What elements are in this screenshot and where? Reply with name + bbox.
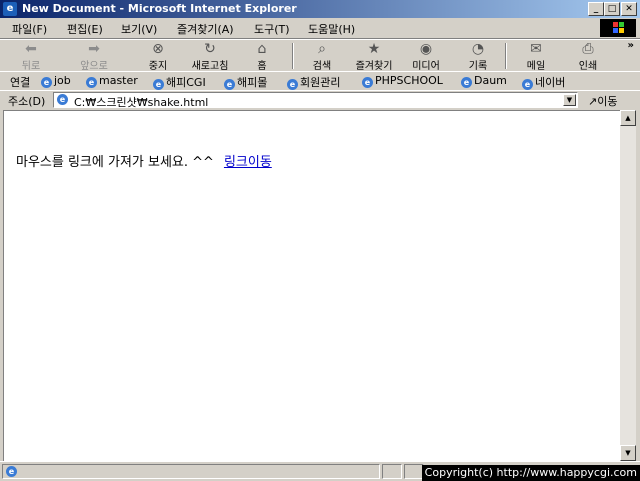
scroll-up-button[interactable]: ▲ <box>620 110 636 126</box>
close-button[interactable]: ✕ <box>621 2 637 16</box>
history-icon: ◔ <box>471 41 485 57</box>
status-bar: e Copyright(c) http://www.happycgi.com <box>0 461 640 481</box>
toolbar-chevron-icon[interactable]: » <box>628 40 634 51</box>
printer-icon: ⎙ <box>582 41 594 57</box>
link-member-admin[interactable]: e 회원관리 <box>287 74 340 90</box>
address-bar: 주소(D) e C:₩스크린샷₩shake.html ▼ ↗이동 <box>0 90 640 109</box>
status-text-panel: e <box>2 464 380 479</box>
favorites-button[interactable]: ★ 즐겨찾기 <box>348 41 400 72</box>
link-phpschool[interactable]: e PHPSCHOOL <box>362 74 443 88</box>
page-message: 마우스를 링크에 가져가 보세요. ^^ <box>16 155 214 170</box>
address-label: 주소(D) <box>8 95 46 108</box>
links-label: 연결 <box>10 76 31 89</box>
go-button[interactable]: ↗이동 <box>588 93 617 109</box>
window-title: New Document - Microsoft Internet Explor… <box>22 2 297 15</box>
toolbar-separator <box>505 43 507 69</box>
stop-button[interactable]: ⊗ 중지 <box>132 41 184 72</box>
ie-page-icon: e <box>224 79 235 90</box>
menu-view[interactable]: 보기(V) <box>121 21 157 37</box>
menu-bar: 파일(F) 편집(E) 보기(V) 즐겨찾기(A) 도구(T) 도움말(H) <box>0 18 640 39</box>
forward-arrow-icon: ➡ <box>88 41 100 57</box>
history-button[interactable]: ◔ 기록 <box>452 41 504 72</box>
page-icon: e <box>57 94 68 105</box>
forward-button[interactable]: ➡ 앞으로 <box>68 41 120 72</box>
ie-page-icon: e <box>41 77 52 88</box>
address-value: C:₩스크린샷₩shake.html <box>74 96 209 109</box>
title-bar: e New Document - Microsoft Internet Expl… <box>0 0 640 18</box>
home-icon: ⌂ <box>257 41 267 57</box>
refresh-button[interactable]: ↻ 새로고침 <box>184 41 236 72</box>
minimize-button[interactable]: _ <box>588 2 604 16</box>
link-master[interactable]: e master <box>86 74 138 88</box>
back-arrow-icon: ⬅ <box>25 41 37 57</box>
menu-tools[interactable]: 도구(T) <box>254 21 290 37</box>
copyright-notice: Copyright(c) http://www.happycgi.com <box>421 465 640 481</box>
ie-status-icon: e <box>6 466 17 477</box>
ie-page-icon: e <box>362 77 373 88</box>
link-happymall[interactable]: e 해피몰 <box>224 74 267 90</box>
menu-favorites[interactable]: 즐겨찾기(A) <box>177 21 234 37</box>
mail-button[interactable]: ✉ 메일 <box>510 41 562 72</box>
page-message-line: 마우스를 링크에 가져가 보세요. ^^ 링크이동 <box>16 151 272 170</box>
media-icon: ◉ <box>419 41 433 57</box>
vertical-scrollbar[interactable]: ▲ ▼ <box>620 110 636 461</box>
print-button[interactable]: ⎙ 인쇄 <box>562 41 614 72</box>
go-arrow-icon: ↗ <box>588 95 598 108</box>
back-button[interactable]: ⬅ 뒤로 <box>5 41 57 72</box>
links-bar: 연결 e job e master e 해피CGI e 해피몰 e 회원관리 e PHPSC… <box>0 71 640 91</box>
home-button[interactable]: ⌂ 홈 <box>236 41 288 72</box>
address-input[interactable]: e C:₩스크린샷₩shake.html ▼ <box>53 92 578 109</box>
search-icon: ⌕ <box>318 41 326 57</box>
stop-icon: ⊗ <box>152 41 164 57</box>
ie-page-icon: e <box>522 79 533 90</box>
ie-page-icon: e <box>86 77 97 88</box>
toolbar-separator <box>292 43 294 69</box>
link-happycgi[interactable]: e 해피CGI <box>153 74 206 90</box>
refresh-icon: ↻ <box>204 41 216 57</box>
ie-logo-icon: e <box>3 2 17 16</box>
link-job[interactable]: e job <box>41 74 71 88</box>
maximize-button[interactable]: □ <box>604 2 620 16</box>
windows-logo-icon <box>600 19 636 37</box>
standard-toolbar: ⬅ 뒤로 ➡ 앞으로 ⊗ 중지 ↻ 새로고침 ⌂ 홈 ⌕ 검색 ★ 즐겨찾기 ◉… <box>0 39 640 72</box>
link-move[interactable]: 링크이동 <box>224 155 272 170</box>
page-content: 마우스를 링크에 가져가 보세요. ^^ 링크이동 <box>3 110 621 461</box>
link-naver[interactable]: e 네이버 <box>522 74 565 90</box>
menu-file[interactable]: 파일(F) <box>12 21 47 37</box>
status-panel <box>382 464 402 479</box>
address-dropdown-button[interactable]: ▼ <box>563 94 576 106</box>
ie-page-icon: e <box>461 77 472 88</box>
ie-page-icon: e <box>153 79 164 90</box>
scroll-down-button[interactable]: ▼ <box>620 445 636 461</box>
mail-icon: ✉ <box>530 41 542 57</box>
ie-page-icon: e <box>287 79 298 90</box>
menu-edit[interactable]: 편집(E) <box>67 21 103 37</box>
favorites-star-icon: ★ <box>367 41 381 57</box>
link-daum[interactable]: e Daum <box>461 74 507 88</box>
media-button[interactable]: ◉ 미디어 <box>400 41 452 72</box>
search-button[interactable]: ⌕ 검색 <box>296 41 348 72</box>
menu-help[interactable]: 도움말(H) <box>308 21 355 37</box>
